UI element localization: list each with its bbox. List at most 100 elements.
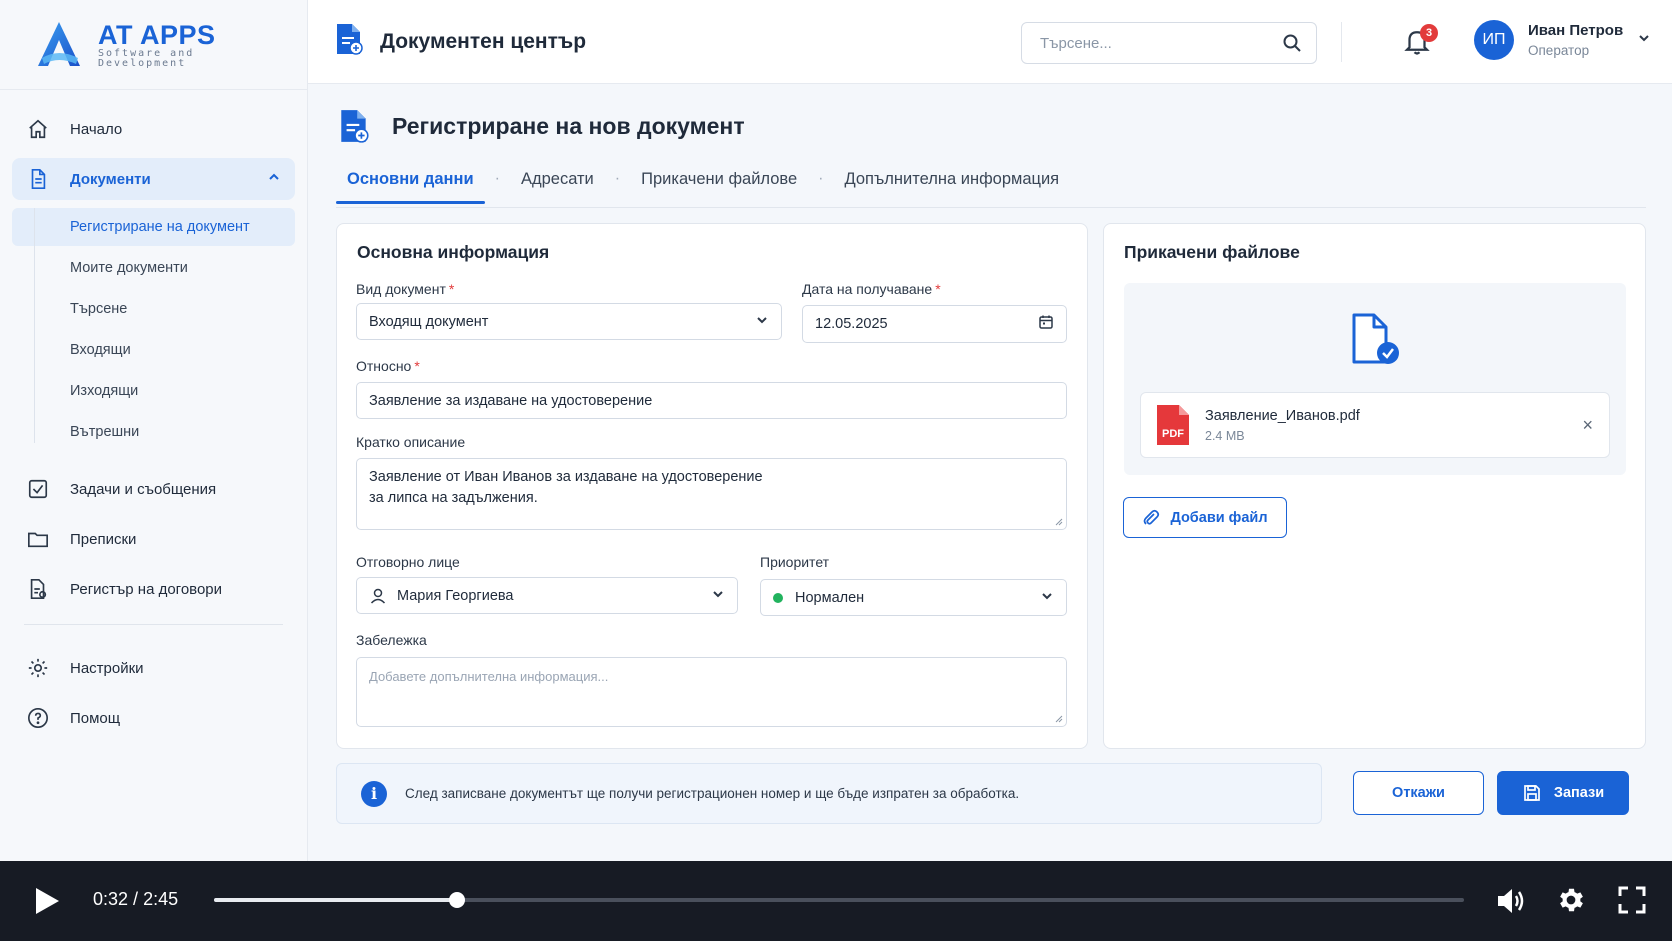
chevron-down-icon: [1040, 589, 1054, 607]
file-name: Заявление_Иванов.pdf: [1205, 407, 1360, 424]
add-file-button[interactable]: Добави файл: [1123, 497, 1287, 538]
sidebar-divider: [24, 624, 283, 625]
sidebar-item-settings[interactable]: Настройки: [12, 647, 295, 689]
priority-status-dot: [773, 592, 783, 603]
responsible-value: Мария Георгиева: [397, 587, 514, 604]
chevron-down-icon[interactable]: [1637, 31, 1651, 50]
avatar: ИП: [1474, 20, 1514, 60]
brand-subtitle: Software and Development: [98, 47, 195, 69]
file-size: 2.4 MB: [1205, 428, 1245, 443]
notifications-button[interactable]: 3: [1402, 24, 1438, 60]
sidebar-subitem-my-documents[interactable]: Моите документи: [12, 249, 295, 287]
sidebar-item-label: Регистър на договори: [70, 580, 223, 598]
info-banner: i След записване документът ще получи ре…: [336, 763, 1322, 824]
gear-icon: [26, 656, 50, 680]
tab-separator: ·: [614, 170, 621, 187]
video-time: 0:32 / 2:45: [93, 889, 179, 909]
sidebar-subitem-incoming[interactable]: Входящи: [12, 331, 295, 369]
sidebar: AT APPS Software and Development Начало Д…: [0, 0, 308, 861]
chevron-down-icon: [755, 313, 769, 331]
save-label: Запази: [1553, 785, 1605, 801]
video-progress-thumb[interactable]: [448, 892, 465, 908]
page-header: Регистриране на нов документ: [338, 108, 745, 144]
contract-icon: [26, 577, 50, 601]
notifications-badge: 3: [1420, 24, 1438, 42]
save-button[interactable]: Запази: [1497, 771, 1629, 815]
help-icon: [26, 706, 50, 730]
user-role: Оператор: [1528, 43, 1590, 58]
tab-basic-data[interactable]: Основни данни: [336, 162, 485, 204]
sidebar-item-help[interactable]: Помощ: [12, 697, 295, 739]
priority-value: Нормален: [795, 589, 865, 606]
note-placeholder: Добавете допълнителна информация...: [369, 669, 609, 684]
card-title: Основна информация: [357, 242, 550, 262]
paperclip-icon: [1144, 509, 1160, 525]
sidebar-item-label: Задачи и съобщения: [70, 480, 217, 498]
subject-input[interactable]: Заявление за издаване на удостоверение: [356, 382, 1067, 419]
sidebar-subitem-internal[interactable]: Вътрешни: [12, 413, 295, 451]
subject-value: Заявление за издаване на удостоверение: [369, 392, 653, 409]
chevron-up-icon[interactable]: [267, 170, 281, 188]
pdf-file-icon: PDF: [1157, 405, 1189, 445]
new-document-icon: [341, 110, 369, 143]
date-input[interactable]: 12.05.2025: [802, 305, 1067, 343]
settings-gear-icon[interactable]: [1556, 885, 1586, 915]
date-label: Дата на получаване *: [802, 281, 941, 297]
doc-type-select[interactable]: Входящ документ: [356, 303, 782, 340]
sidebar-item-contracts[interactable]: Регистър на договори: [12, 568, 295, 610]
user-menu[interactable]: ИП Иван Петров Оператор: [1474, 20, 1651, 60]
sidebar-item-documents[interactable]: Документи: [12, 158, 295, 200]
folder-icon: [26, 527, 50, 551]
tab-additional-info[interactable]: Допълнителна информация: [834, 162, 1071, 203]
note-label: Забележка: [356, 632, 427, 648]
app-title-text: Документен център: [380, 29, 587, 53]
topbar: Документен център 3 ИП Иван Петров Опера…: [308, 0, 1672, 84]
info-icon: i: [361, 780, 387, 807]
fullscreen-icon[interactable]: [1618, 886, 1646, 914]
search-input[interactable]: [1040, 34, 1282, 52]
play-icon[interactable]: [33, 886, 61, 916]
sidebar-subitem-search[interactable]: Търсене: [12, 290, 295, 328]
tab-recipients[interactable]: Адресати: [510, 162, 605, 203]
date-value: 12.05.2025: [815, 316, 888, 332]
chevron-down-icon: [711, 587, 725, 605]
sidebar-item-correspondence[interactable]: Преписки: [12, 518, 295, 560]
at-apps-logo-icon: [38, 21, 80, 66]
search-box[interactable]: [1021, 22, 1317, 64]
checkbox-icon: [26, 477, 50, 501]
home-icon: [26, 117, 50, 141]
sidebar-subitem-register[interactable]: Регистриране на документ: [12, 208, 295, 246]
brand-logo[interactable]: AT APPS Software and Development: [0, 0, 307, 90]
resize-handle-icon[interactable]: [1053, 516, 1063, 526]
video-progress-track[interactable]: [214, 892, 1464, 908]
svg-text:PDF: PDF: [1162, 428, 1184, 440]
attached-file-item[interactable]: PDF Заявление_Иванов.pdf 2.4 MB ×: [1140, 392, 1610, 458]
sidebar-item-label: Настройки: [70, 659, 144, 677]
tab-separator: ·: [818, 170, 824, 187]
sidebar-item-home[interactable]: Начало: [12, 108, 295, 150]
add-file-label: Добави файл: [1170, 509, 1268, 526]
note-textarea[interactable]: Добавете допълнителна информация...: [356, 657, 1067, 727]
tab-attachments[interactable]: Прикачени файлове: [630, 162, 808, 203]
sidebar-item-tasks[interactable]: Задачи и съобщения: [12, 468, 295, 510]
resize-handle-icon[interactable]: [1053, 713, 1063, 723]
sidebar-item-label: Документи: [70, 170, 151, 188]
sidebar-subitem-outgoing[interactable]: Изходящи: [12, 372, 295, 410]
document-center-icon: [334, 22, 364, 62]
calendar-icon[interactable]: [1038, 314, 1054, 334]
video-progress-fill: [214, 898, 457, 902]
description-textarea[interactable]: Заявление от Иван Иванов за издаване на …: [356, 458, 1067, 530]
volume-icon[interactable]: [1495, 886, 1527, 916]
priority-select[interactable]: Нормален: [760, 579, 1067, 616]
responsible-select[interactable]: Мария Георгиева: [356, 577, 738, 614]
remove-file-icon[interactable]: ×: [1582, 415, 1593, 436]
priority-label: Приоритет: [760, 554, 830, 570]
search-icon[interactable]: [1282, 33, 1302, 53]
subject-label: Относно *: [356, 358, 420, 374]
page-title: Регистриране на нов документ: [392, 112, 745, 139]
user-icon: [370, 588, 386, 604]
card-title: Прикачени файлове: [1124, 242, 1300, 262]
sidebar-item-label: Помощ: [70, 709, 121, 727]
description-value: Заявление от Иван Иванов за издаване на …: [369, 469, 763, 506]
cancel-button[interactable]: Откажи: [1353, 771, 1484, 815]
